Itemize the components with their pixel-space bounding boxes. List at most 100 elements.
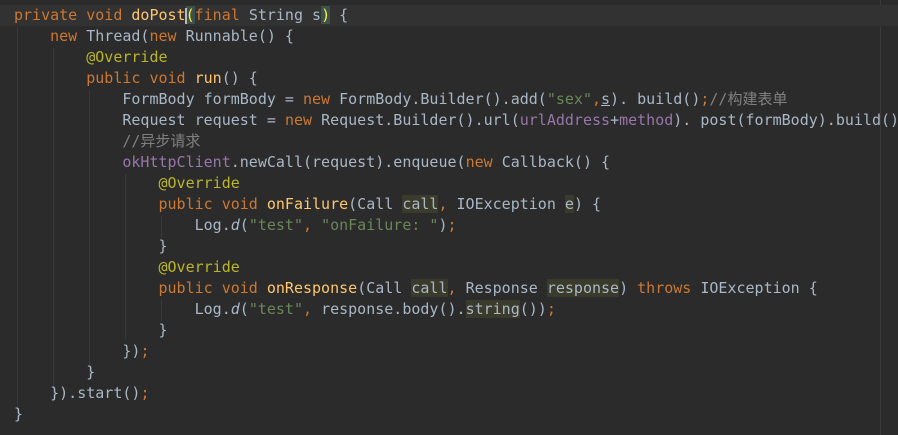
code-line[interactable]: }).start(); [0, 383, 898, 404]
code-token: //构建表单 [709, 90, 788, 108]
text-caret [185, 8, 187, 24]
code-token: String s [248, 6, 322, 24]
code-token: new [302, 90, 340, 108]
code-line[interactable]: Log.d("test", "onFailure: "); [0, 215, 898, 236]
code-line[interactable]: }); [0, 341, 898, 362]
code-text: public void run() { [14, 68, 258, 89]
code-text: @Override [14, 257, 240, 278]
code-text: public void onFailure(Call call, IOExcep… [14, 194, 601, 215]
code-token: public void [158, 195, 267, 213]
code-line[interactable]: okHttpClient.newCall(request).enqueue(ne… [0, 152, 898, 173]
code-token: Runnable() { [185, 27, 294, 45]
code-text: } [14, 362, 95, 383]
code-line[interactable]: Request request = new Request.Builder().… [0, 110, 898, 131]
code-token: , [303, 300, 322, 318]
code-token: "test" [248, 300, 303, 318]
code-token: Request.Builder().url( [321, 111, 520, 129]
code-token: @Override [158, 258, 240, 276]
code-token: ) [438, 216, 448, 234]
code-line[interactable]: } [0, 320, 898, 341]
code-token: new [284, 111, 322, 129]
code-token: , [447, 279, 466, 297]
code-token: Log. [14, 300, 231, 318]
code-text: //异步请求 [14, 131, 200, 152]
code-token: ). post(formBody).build() [673, 111, 898, 129]
code-token: Response [465, 279, 547, 297]
code-line[interactable]: public void onResponse(Call call, Respon… [0, 278, 898, 299]
code-token: d [230, 216, 240, 234]
code-token: @Override [158, 174, 240, 192]
code-line[interactable]: @Override [0, 47, 898, 68]
code-token: okHttpClient [122, 153, 231, 171]
code-token: ) [619, 279, 638, 297]
code-token: public void [158, 279, 267, 297]
code-token: , [591, 90, 602, 108]
code-text: Log.d("test", "onFailure: "); [14, 215, 457, 236]
code-line[interactable]: } [0, 236, 898, 257]
code-token: { [330, 6, 349, 24]
code-line[interactable]: new Thread(new Runnable() { [0, 26, 898, 47]
code-token: }).start() [14, 384, 141, 402]
code-token: "test" [248, 216, 303, 234]
code-text: okHttpClient.newCall(request).enqueue(ne… [14, 152, 610, 173]
code-token: string [465, 300, 520, 318]
code-line[interactable]: public void onFailure(Call call, IOExcep… [0, 194, 898, 215]
code-token: .newCall(request).enqueue( [230, 153, 466, 171]
code-token: ). build() [610, 90, 701, 108]
code-token: method [619, 111, 674, 129]
code-token: onResponse [266, 279, 358, 297]
code-token: s [601, 90, 611, 108]
code-token: throws [637, 279, 701, 297]
code-line[interactable]: } [0, 362, 898, 383]
code-text: } [14, 404, 23, 425]
code-token: onFailure [266, 195, 349, 213]
code-token: d [230, 300, 240, 318]
code-token: , [303, 216, 322, 234]
code-line[interactable]: public void run() { [0, 68, 898, 89]
code-token: FormBody.Builder().add( [339, 90, 547, 108]
code-text: Log.d("test", response.body().string()); [14, 299, 556, 320]
code-token: ( [239, 300, 249, 318]
code-line[interactable]: FormBody formBody = new FormBody.Builder… [0, 89, 898, 110]
code-text: @Override [14, 173, 240, 194]
code-token: call [402, 195, 439, 213]
code-token: new [149, 27, 186, 45]
code-token: } [14, 405, 24, 423]
code-line[interactable]: Log.d("test", response.body().string()); [0, 299, 898, 320]
code-token: + [610, 111, 620, 129]
code-token: run [194, 69, 222, 87]
code-line[interactable]: @Override [0, 257, 898, 278]
code-token: FormBody formBody = [14, 90, 303, 108]
code-token: e [564, 195, 574, 213]
code-line[interactable]: @Override [0, 173, 898, 194]
code-token: IOException { [700, 279, 818, 297]
code-line[interactable]: //异步请求 [0, 131, 898, 152]
code-token: IOException [456, 195, 565, 213]
code-editor[interactable]: private void doPost(final String s) { ne… [0, 0, 898, 435]
code-text: }); [14, 341, 149, 362]
code-token: , [438, 195, 457, 213]
code-token: } [14, 321, 168, 339]
code-token: call [411, 279, 448, 297]
code-text: Request request = new Request.Builder().… [14, 110, 898, 131]
code-token: (Call [348, 195, 403, 213]
code-token: ; [546, 300, 556, 318]
code-token: ) [321, 6, 331, 24]
code-line[interactable]: } [0, 404, 898, 425]
code-text: } [14, 236, 167, 257]
code-line[interactable]: private void doPost(final String s) { [0, 5, 898, 26]
code-token: ; [140, 342, 150, 360]
code-text: FormBody formBody = new FormBody.Builder… [14, 89, 787, 110]
code-token: final [194, 6, 249, 24]
code-token: private void [14, 6, 132, 24]
code-token: new [50, 27, 87, 45]
code-token: response.body(). [321, 300, 466, 318]
